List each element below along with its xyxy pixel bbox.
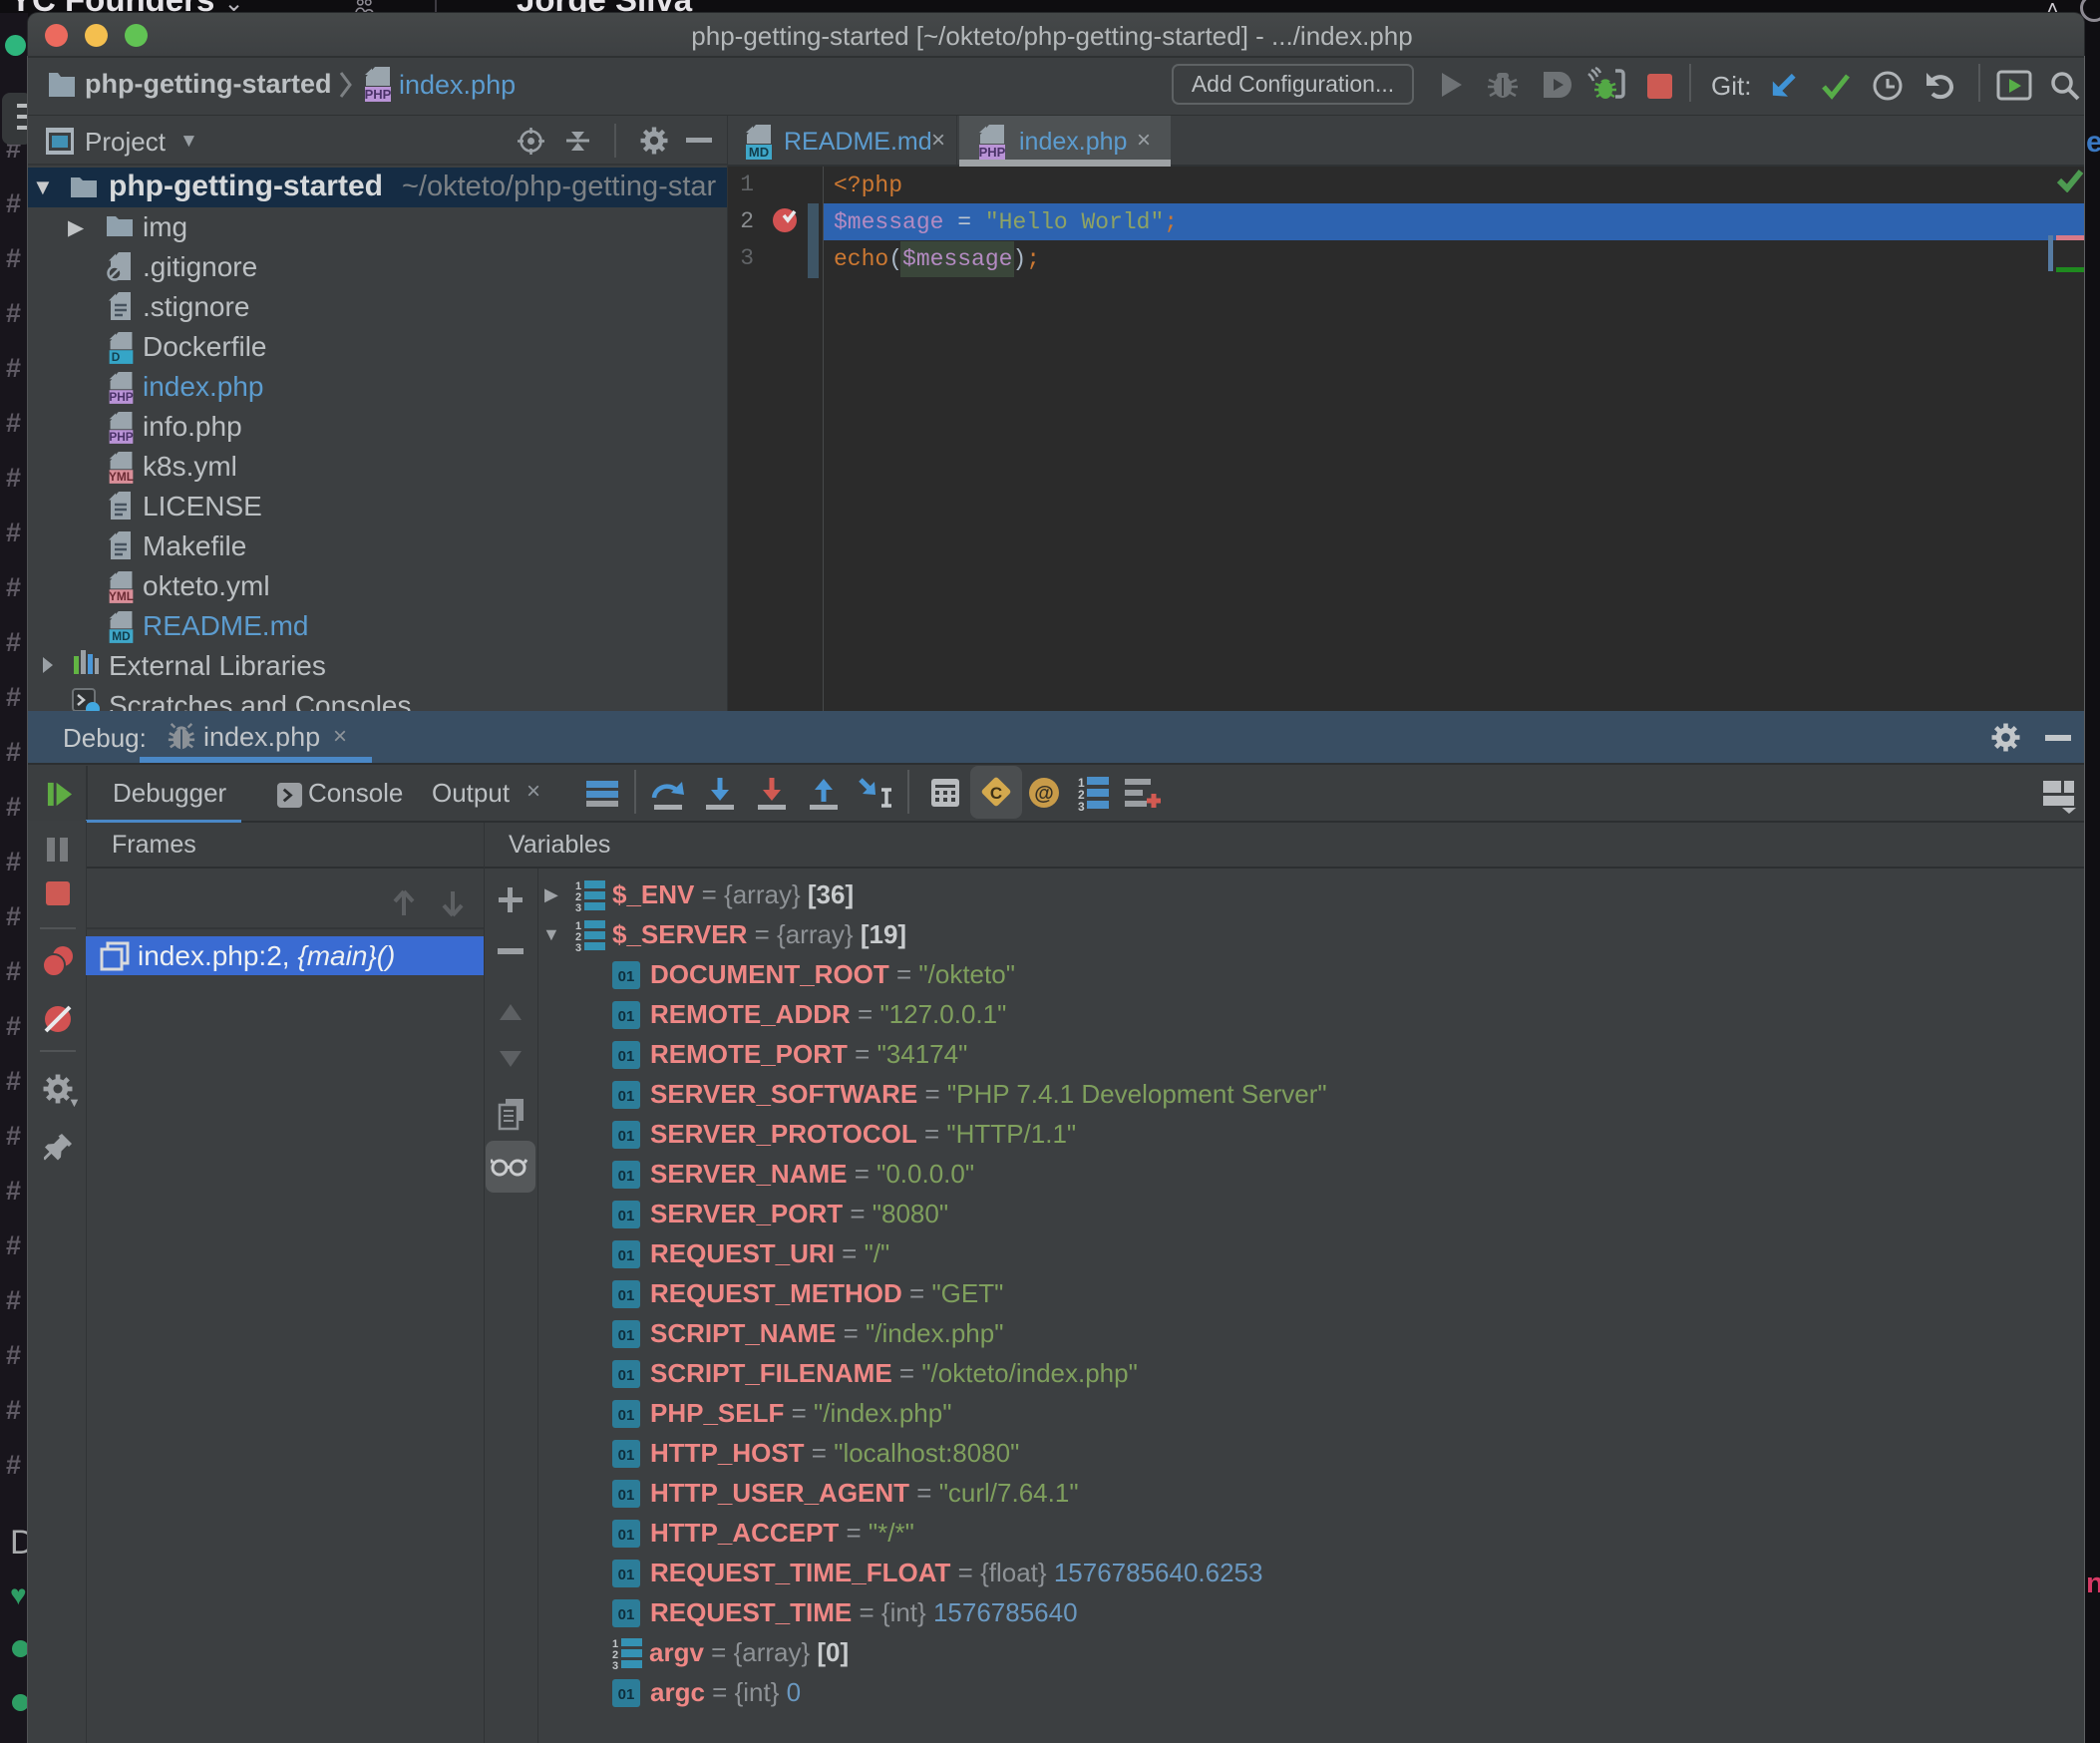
- svg-text:MD: MD: [749, 145, 769, 160]
- svg-text:01: 01: [618, 1367, 635, 1384]
- svg-text:C: C: [990, 784, 1002, 803]
- svg-text:3: 3: [575, 902, 581, 912]
- svg-text:01: 01: [618, 1487, 635, 1504]
- svg-text:01: 01: [618, 1168, 635, 1185]
- svg-text:01: 01: [618, 1287, 635, 1304]
- svg-text:01: 01: [618, 1247, 635, 1264]
- svg-text:01: 01: [618, 968, 635, 985]
- svg-text:PHP: PHP: [979, 145, 1006, 160]
- svg-text:01: 01: [618, 1606, 635, 1623]
- svg-text:3: 3: [612, 1660, 618, 1670]
- svg-text:D: D: [112, 350, 121, 364]
- svg-text:01: 01: [618, 1088, 635, 1105]
- svg-text:PHP: PHP: [109, 390, 133, 404]
- svg-text:01: 01: [618, 1008, 635, 1025]
- svg-text:01: 01: [618, 1686, 635, 1703]
- svg-text:YML: YML: [109, 589, 134, 603]
- svg-text:01: 01: [618, 1128, 635, 1145]
- svg-text:3: 3: [575, 942, 581, 952]
- svg-text:PHP: PHP: [109, 430, 133, 444]
- svg-text:@: @: [1034, 783, 1054, 805]
- svg-text:01: 01: [618, 1327, 635, 1344]
- svg-text:01: 01: [618, 1527, 635, 1544]
- svg-text:01: 01: [618, 1407, 635, 1424]
- svg-text:01: 01: [618, 1048, 635, 1065]
- svg-text:01: 01: [618, 1208, 635, 1224]
- svg-text:01: 01: [618, 1447, 635, 1464]
- svg-text:YML: YML: [109, 470, 134, 484]
- svg-text:3: 3: [1078, 800, 1085, 813]
- svg-text:PHP: PHP: [365, 87, 392, 102]
- svg-text:01: 01: [618, 1567, 635, 1583]
- svg-text:MD: MD: [112, 629, 131, 643]
